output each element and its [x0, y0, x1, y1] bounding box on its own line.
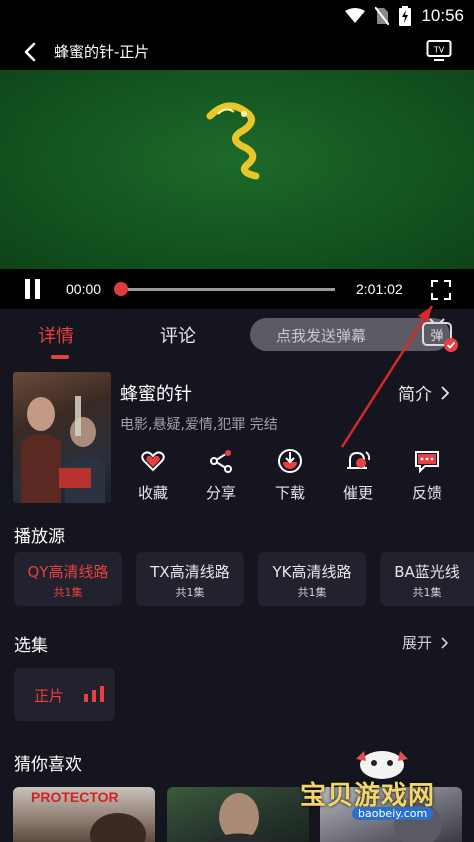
- watermark-url: baobeiy.com: [352, 807, 434, 820]
- urge-update-button[interactable]: 催更: [333, 448, 383, 503]
- playing-bars-icon: [84, 686, 104, 702]
- feedback-button[interactable]: 反馈: [402, 448, 452, 503]
- source-name: QY高清线路: [27, 563, 109, 581]
- share-label: 分享: [205, 484, 236, 502]
- progress-bar[interactable]: [114, 282, 335, 296]
- bell-icon: [347, 451, 371, 469]
- studio-logo-dragon: [206, 102, 260, 180]
- recommend-item-title: PROTECTOR: [31, 789, 119, 805]
- source-name: YK高清线路: [272, 563, 352, 581]
- pause-button[interactable]: [22, 279, 44, 301]
- no-sim-icon: [375, 7, 390, 25]
- battery-charging-icon: [399, 6, 412, 26]
- download-button[interactable]: 下载: [265, 448, 315, 503]
- source-qy[interactable]: QY高清线路 共1集: [14, 552, 122, 606]
- tab-details[interactable]: 详情: [38, 322, 74, 348]
- source-name: TX高清线路: [150, 563, 230, 581]
- episode-item[interactable]: 正片: [14, 668, 115, 721]
- player-controls: 00:00 2:01:02: [0, 269, 474, 309]
- source-count: 共1集: [412, 586, 442, 599]
- heart-icon: [141, 451, 165, 472]
- movie-poster[interactable]: [13, 372, 111, 503]
- download-icon: [278, 449, 302, 473]
- title-bar: 蜂蜜的针-正片 TV: [0, 32, 474, 70]
- source-count: 共1集: [53, 586, 83, 599]
- chevron-right-icon: [441, 636, 449, 649]
- source-name: BA蓝光线: [394, 563, 460, 581]
- feedback-label: 反馈: [411, 484, 442, 502]
- recommend-item[interactable]: PROTECTOR: [13, 787, 155, 842]
- chevron-right-icon: [441, 385, 449, 400]
- intro-button[interactable]: 简介: [398, 380, 449, 405]
- movie-title: 蜂蜜的针: [120, 384, 192, 405]
- danmaku-placeholder: 点我发送弹幕: [276, 327, 367, 345]
- cast-tv-button[interactable]: TV: [426, 39, 452, 67]
- danmaku-toggle-label: 弹: [430, 329, 443, 344]
- favorite-label: 收藏: [137, 484, 168, 502]
- fullscreen-button[interactable]: [430, 279, 452, 301]
- page-title: 蜂蜜的针-正片: [54, 43, 150, 61]
- download-label: 下载: [274, 484, 305, 502]
- back-arrow-icon: [24, 42, 36, 62]
- danmaku-toggle-button[interactable]: 弹: [420, 317, 460, 357]
- current-time: 00:00: [66, 281, 102, 297]
- tv-icon: TV: [426, 40, 452, 61]
- fullscreen-icon: [431, 280, 451, 300]
- mascot-logo: [356, 751, 408, 779]
- tab-comments[interactable]: 评论: [160, 322, 196, 348]
- source-count: 共1集: [297, 586, 327, 599]
- episodes-title: 选集: [14, 636, 48, 656]
- svg-text:TV: TV: [433, 46, 445, 55]
- wifi-icon: [345, 8, 366, 23]
- source-yk[interactable]: YK高清线路 共1集: [258, 552, 366, 606]
- progress-thumb[interactable]: [114, 282, 128, 296]
- recommend-title: 猜你喜欢: [14, 755, 82, 775]
- poster-art: [21, 396, 105, 503]
- expand-button[interactable]: 展开: [402, 632, 449, 653]
- expand-label: 展开: [402, 634, 433, 652]
- share-button[interactable]: 分享: [196, 448, 246, 503]
- site-watermark: 宝贝游戏网 baobeiy.com: [300, 745, 470, 820]
- danmaku-icon: 弹: [422, 318, 458, 352]
- active-tab-indicator: [51, 355, 69, 359]
- back-button[interactable]: [16, 38, 44, 66]
- episode-label: 正片: [34, 687, 65, 705]
- movie-tags: 电影,悬疑,爱情,犯罪 完结: [120, 417, 278, 433]
- intro-label: 简介: [398, 385, 432, 405]
- urge-update-label: 催更: [342, 484, 373, 502]
- thumb-art: [207, 793, 271, 842]
- source-ba[interactable]: BA蓝光线 共1集: [380, 552, 474, 606]
- status-time: 10:56: [421, 6, 464, 25]
- sources-title: 播放源: [14, 527, 65, 547]
- favorite-button[interactable]: 收藏: [128, 448, 178, 503]
- source-count: 共1集: [175, 586, 205, 599]
- recommend-item[interactable]: [167, 787, 309, 842]
- video-player[interactable]: [0, 70, 474, 269]
- source-tx[interactable]: TX高清线路 共1集: [136, 552, 244, 606]
- feedback-icon: [415, 451, 439, 473]
- total-time: 2:01:02: [356, 281, 403, 297]
- share-icon: [210, 450, 232, 473]
- status-bar: 10:56: [0, 0, 474, 32]
